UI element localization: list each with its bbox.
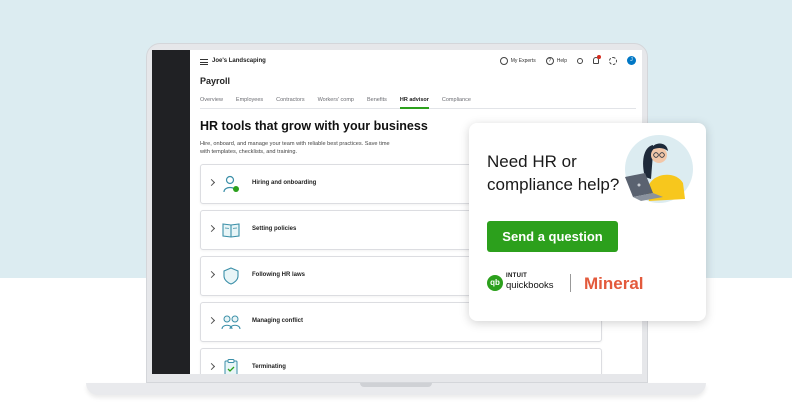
tab-benefits[interactable]: Benefits (367, 95, 387, 108)
tab-workers-comp[interactable]: Workers' comp (318, 95, 354, 108)
section-subtext: Hire, onboard, and manage your team with… (200, 141, 390, 155)
stage: Joe's Landscaping My Experts ? Help J Pa… (0, 0, 792, 404)
mineral-logo: Mineral (584, 274, 644, 293)
menu-icon[interactable] (200, 59, 208, 65)
person-icon (499, 56, 508, 65)
chevron-right-icon (207, 270, 216, 279)
book-icon (222, 223, 240, 238)
people-icon (221, 315, 241, 330)
tab-employees[interactable]: Employees (236, 95, 263, 108)
tab-contractors[interactable]: Contractors (276, 95, 304, 108)
partner-logos: qb INTUIT quickbooks Mineral (487, 272, 687, 296)
topic-label: Hiring and onboarding (252, 180, 317, 186)
topbar-actions: My Experts ? Help J (499, 55, 636, 65)
send-question-button[interactable]: Send a question (487, 221, 618, 252)
gear-icon[interactable] (609, 56, 617, 65)
chevron-right-icon (207, 224, 216, 233)
hiring-icon (223, 175, 239, 193)
my-experts-label: My Experts (510, 57, 536, 64)
woman-laptop-illustration (625, 135, 693, 203)
quickbooks-logo-icon: qb (487, 275, 503, 291)
page-title: Payroll (200, 76, 231, 86)
hr-help-popup: Need HR or compliance help? Send a quest… (469, 123, 706, 321)
tab-hr-advisor[interactable]: HR advisor (399, 95, 429, 109)
chevron-right-icon (207, 362, 216, 371)
avatar[interactable]: J (627, 56, 636, 65)
help-button[interactable]: ? Help (545, 56, 567, 65)
help-icon: ? (545, 56, 554, 65)
section-heading: HR tools that grow with your business (200, 119, 428, 133)
shield-icon (223, 267, 239, 285)
notification-dot (597, 55, 601, 59)
search-icon[interactable] (577, 57, 583, 64)
my-experts-button[interactable]: My Experts (499, 56, 536, 65)
chevron-right-icon (207, 316, 216, 325)
topic-label: Terminating (252, 364, 286, 370)
side-rail (152, 50, 190, 374)
tab-bar: Overview Employees Contractors Workers' … (200, 95, 636, 109)
logo-divider (570, 274, 571, 292)
help-label: Help (556, 57, 567, 64)
popup-title: Need HR or compliance help? (487, 152, 620, 194)
chevron-right-icon (207, 178, 216, 187)
topbar: Joe's Landscaping My Experts ? Help J (190, 50, 642, 74)
intuit-wordmark: INTUIT (506, 273, 528, 279)
tab-compliance[interactable]: Compliance (442, 95, 471, 108)
topic-card-terminating[interactable]: Terminating (200, 348, 602, 374)
company-name: Joe's Landscaping (212, 58, 266, 64)
topic-label: Setting policies (252, 226, 297, 232)
clipboard-icon (224, 359, 238, 374)
bell-icon[interactable] (593, 55, 601, 64)
quickbooks-wordmark: quickbooks (506, 280, 554, 291)
tab-overview[interactable]: Overview (200, 95, 223, 108)
laptop-notch (360, 383, 432, 387)
topic-label: Managing conflict (252, 318, 303, 324)
topic-label: Following HR laws (252, 272, 306, 278)
